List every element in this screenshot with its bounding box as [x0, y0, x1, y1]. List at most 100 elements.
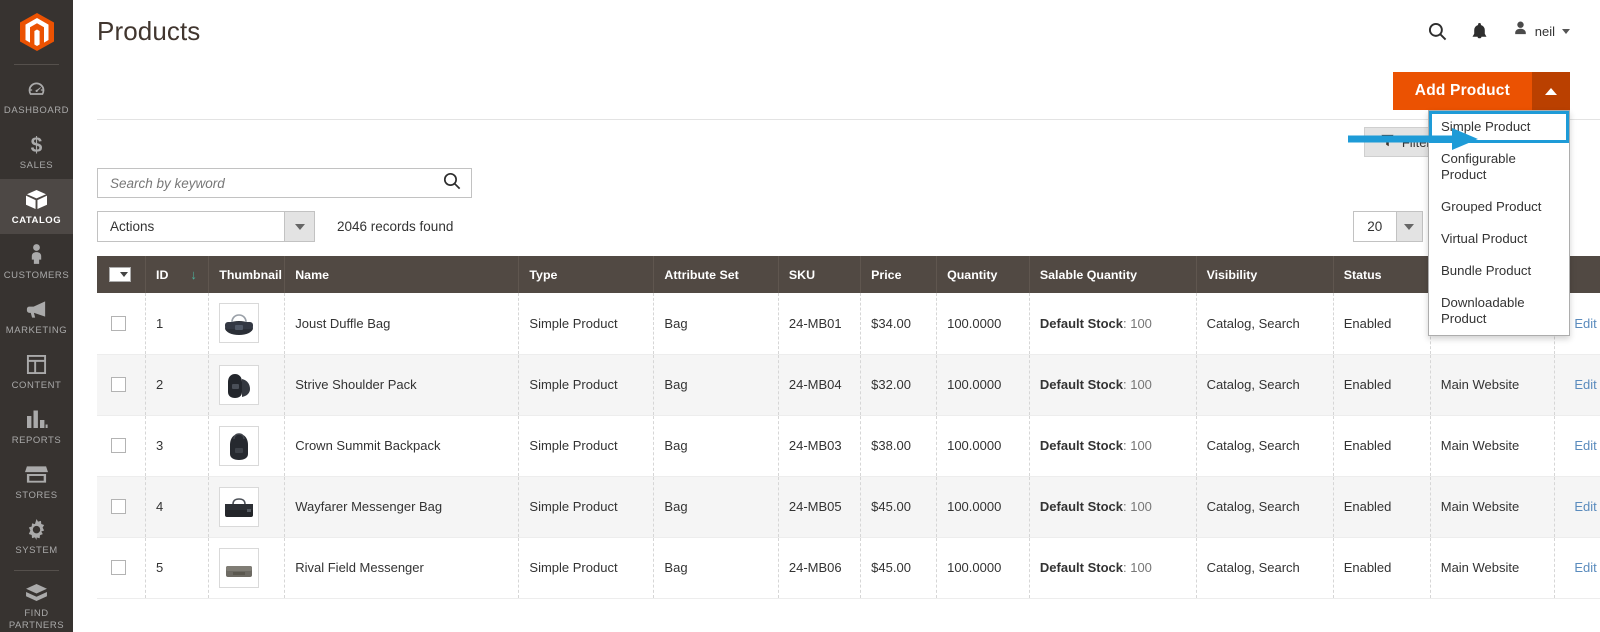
cell-type: Simple Product — [518, 354, 655, 416]
cell-attribute-set: Bag — [653, 293, 779, 355]
cell-salable-quantity: Default Stock: 100 — [1029, 537, 1197, 599]
sidebar-item-label: CATALOG — [11, 215, 62, 226]
search-input[interactable] — [110, 175, 443, 191]
menu-item-configurable-product[interactable]: Configurable Product — [1429, 143, 1569, 191]
row-select-cell[interactable] — [97, 293, 147, 355]
cell-name: Crown Summit Backpack — [284, 415, 520, 477]
bar-chart-icon — [26, 408, 48, 430]
table-row[interactable]: 3 Crown Summit Backpack Simple Product B… — [97, 415, 1600, 477]
menu-item-virtual-product[interactable]: Virtual Product — [1429, 223, 1569, 255]
add-product-dropdown-menu: Simple Product Configurable Product Grou… — [1428, 110, 1570, 336]
sidebar-item-stores[interactable]: STORES — [0, 454, 73, 509]
add-product-button[interactable]: Add Product — [1392, 72, 1532, 110]
sidebar-item-reports[interactable]: REPORTS — [0, 399, 73, 454]
select-all-checkbox-dropdown[interactable] — [109, 267, 131, 282]
bell-icon[interactable] — [1471, 22, 1488, 41]
cell-visibility: Catalog, Search — [1196, 354, 1334, 416]
user-menu[interactable]: neil — [1512, 20, 1570, 42]
search-by-keyword-box[interactable] — [97, 168, 472, 198]
dashboard-icon — [26, 78, 47, 100]
salable-stock-value: : 100 — [1122, 377, 1152, 392]
search-icon[interactable] — [443, 172, 461, 195]
cell-price: $34.00 — [860, 293, 938, 355]
salable-stock-label: Default Stock — [1039, 438, 1123, 453]
table-header: ID ↓ Thumbnail Name Type Attribute Set S… — [97, 256, 1600, 293]
column-header-visibility[interactable]: Visibility — [1196, 256, 1334, 293]
column-header-status[interactable]: Status — [1333, 256, 1431, 293]
sidebar-item-system[interactable]: SYSTEM — [0, 509, 73, 564]
column-header-salable-quantity[interactable]: Salable Quantity — [1029, 256, 1197, 293]
sidebar-item-dashboard[interactable]: DASHBOARD — [0, 69, 73, 124]
row-checkbox[interactable] — [111, 377, 126, 392]
chevron-down-icon — [294, 223, 305, 230]
column-header-attribute-set[interactable]: Attribute Set — [653, 256, 779, 293]
per-page-select[interactable]: 20 — [1352, 211, 1423, 242]
sidebar-item-catalog[interactable]: CATALOG — [0, 179, 73, 234]
edit-link[interactable]: Edit — [1574, 377, 1596, 392]
column-header-type[interactable]: Type — [518, 256, 655, 293]
cell-name: Joust Duffle Bag — [284, 293, 520, 355]
column-header-thumbnail[interactable]: Thumbnail — [208, 256, 286, 293]
row-checkbox[interactable] — [111, 315, 126, 331]
row-select-cell[interactable] — [97, 354, 147, 416]
table-row[interactable]: 4 Wayfarer Messenger Bag Simple Product … — [97, 476, 1600, 538]
salable-stock-label: Default Stock — [1039, 560, 1123, 575]
magento-logo[interactable] — [0, 0, 73, 58]
cell-quantity: 100.0000 — [936, 537, 1030, 599]
cell-visibility: Catalog, Search — [1196, 415, 1334, 477]
column-header-id[interactable]: ID ↓ — [145, 256, 210, 293]
column-header-sku[interactable]: SKU — [778, 256, 862, 293]
cell-id: 1 — [145, 293, 210, 355]
add-product-toggle-button[interactable] — [1532, 72, 1570, 110]
column-header-name[interactable]: Name — [284, 256, 520, 293]
menu-item-downloadable-product[interactable]: Downloadable Product — [1429, 287, 1569, 335]
actions-select-toggle[interactable] — [284, 212, 314, 241]
sidebar-item-customers[interactable]: CUSTOMERS — [0, 234, 73, 289]
menu-item-grouped-product[interactable]: Grouped Product — [1429, 191, 1569, 223]
column-header-quantity[interactable]: Quantity — [936, 256, 1030, 293]
per-page-value: 20 — [1367, 219, 1383, 234]
sidebar-item-sales[interactable]: $ SALES — [0, 124, 73, 179]
per-page-toggle[interactable] — [1395, 212, 1422, 241]
cell-name: Wayfarer Messenger Bag — [284, 476, 520, 538]
menu-item-bundle-product[interactable]: Bundle Product — [1429, 255, 1569, 287]
search-icon[interactable] — [1428, 22, 1447, 41]
cell-action: Edit — [1554, 476, 1600, 538]
sidebar-item-content[interactable]: CONTENT — [0, 344, 73, 399]
edit-link[interactable]: Edit — [1574, 438, 1596, 453]
sidebar-item-label: DASHBOARD — [3, 105, 70, 116]
sidebar-item-find-partners[interactable]: FIND PARTNERS & EXTENSIONS — [0, 575, 73, 632]
row-checkbox[interactable] — [111, 438, 126, 453]
cell-visibility: Catalog, Search — [1196, 293, 1334, 355]
select-all-header[interactable] — [97, 256, 147, 293]
actions-select[interactable]: Actions — [97, 211, 315, 242]
menu-item-simple-product[interactable]: Simple Product — [1429, 111, 1569, 143]
svg-text:$: $ — [31, 134, 43, 155]
table-row[interactable]: 1 Joust Duffle Bag Simple Product Bag 24… — [97, 293, 1600, 355]
sidebar-item-label: SALES — [19, 160, 54, 171]
edit-link[interactable]: Edit — [1574, 316, 1596, 331]
sidebar-item-marketing[interactable]: MARKETING — [0, 289, 73, 344]
table-row[interactable]: 5 Rival Field Messenger Simple Product B… — [97, 537, 1600, 599]
chevron-down-icon — [1562, 28, 1570, 34]
header-actions: neil — [1428, 20, 1570, 42]
cell-price: $45.00 — [860, 476, 938, 538]
row-checkbox[interactable] — [111, 499, 126, 514]
filter-controls-row: Filters Default View — [73, 120, 1600, 164]
row-select-cell[interactable] — [97, 537, 147, 599]
row-select-cell[interactable] — [97, 476, 147, 538]
products-grid-container: ID ↓ Thumbnail Name Type Attribute Set S… — [73, 256, 1600, 599]
partners-box-icon — [25, 581, 48, 603]
cell-status: Enabled — [1333, 354, 1431, 416]
arrow-down-icon: ↓ — [190, 267, 197, 282]
row-select-cell[interactable] — [97, 415, 147, 477]
edit-link[interactable]: Edit — [1574, 560, 1596, 575]
row-checkbox[interactable] — [111, 560, 126, 575]
cell-price: $45.00 — [860, 537, 938, 599]
edit-link[interactable]: Edit — [1574, 499, 1596, 514]
cell-sku: 24-MB04 — [778, 354, 862, 416]
column-header-price[interactable]: Price — [860, 256, 938, 293]
table-row[interactable]: 2 Strive Shoulder Pack Simple Product Ba… — [97, 354, 1600, 416]
cell-sku: 24-MB05 — [778, 476, 862, 538]
salable-stock-label: Default Stock — [1039, 377, 1123, 392]
